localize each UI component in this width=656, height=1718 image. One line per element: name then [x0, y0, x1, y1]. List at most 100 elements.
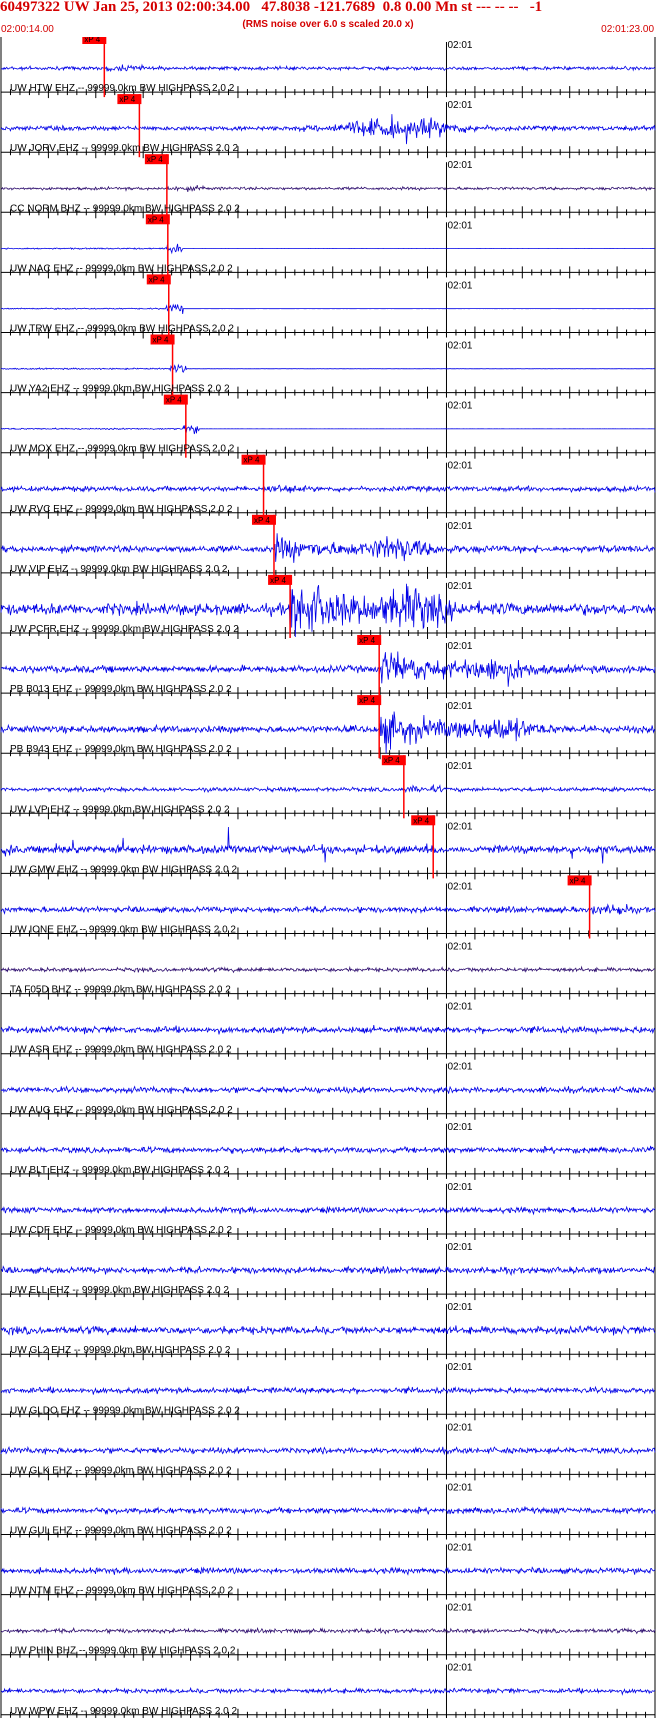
start-time-label: 02:00:14.00	[1, 24, 54, 35]
pick-label: xP 4	[270, 576, 286, 585]
station-label: UW GLK EHZ -- 99999.0km BW HIGHPASS 2.0 …	[10, 1465, 232, 1476]
minute-tick-label: 02:01	[447, 942, 472, 953]
waveform-trace	[0, 1025, 656, 1035]
pick-label: xP 4	[359, 636, 375, 645]
waveform-trace	[0, 484, 656, 494]
minute-tick-label: 02:01	[447, 100, 472, 111]
station-label: TA F05D BHZ -- 99999.0km BW HIGHPASS 2.0…	[10, 985, 231, 996]
station-label: UW NTM EHZ -- 99999.0km BW HIGHPASS 2.0 …	[10, 1586, 234, 1597]
waveform-trace	[0, 63, 656, 73]
waveform-trace	[0, 1385, 656, 1396]
waveform-trace	[0, 1686, 656, 1696]
station-label: UW BLT EHZ -- 99999.0km BW HIGHPASS 2.0 …	[10, 1165, 229, 1176]
minute-tick-label: 02:01	[447, 761, 472, 772]
station-label: UW IONE EHZ -- 99999.0km BW HIGHPASS 2.0…	[10, 925, 236, 936]
station-label: UW ASR EHZ -- 99999.0km BW HIGHPASS 2.0 …	[10, 1045, 232, 1056]
waveform-trace	[0, 1566, 656, 1576]
waveform-trace	[0, 1265, 656, 1277]
station-label: UW AUG EHZ -- 99999.0km BW HIGHPASS 2.0 …	[10, 1105, 233, 1116]
minute-tick-label: 02:01	[447, 641, 472, 652]
waveform-trace	[0, 303, 655, 315]
waveform-trace	[0, 651, 656, 687]
minute-tick-label: 02:01	[447, 881, 472, 892]
waveform-trace	[0, 783, 656, 794]
waveform-trace	[0, 1506, 656, 1515]
minute-tick-label: 02:01	[447, 280, 472, 291]
waveform-trace	[0, 425, 656, 435]
pick-label: xP 4	[148, 215, 164, 224]
waveform-trace	[0, 1627, 656, 1635]
pick-label: xP 4	[244, 456, 260, 465]
minute-tick-label: 02:01	[447, 1663, 472, 1674]
waveform-trace	[0, 1205, 656, 1216]
minute-tick-label: 02:01	[447, 1362, 472, 1373]
station-label: UW VIP EHZ -- 99999.0km BW HIGHPASS 2.0 …	[10, 564, 228, 575]
end-time-label: 02:01:23.00	[601, 24, 654, 35]
minute-tick-label: 02:01	[447, 821, 472, 832]
minute-tick-label: 02:01	[447, 1302, 472, 1313]
waveform-trace	[0, 363, 656, 374]
waveform-trace	[0, 243, 656, 255]
station-label: UW YA2 EHZ -- 99999.0km BW HIGHPASS 2.0 …	[10, 384, 230, 395]
waveform-trace	[0, 965, 656, 974]
station-label: PB B943 EHZ -- 99999.0km BW HIGHPASS 2.0…	[10, 744, 232, 755]
waveform-trace	[0, 1445, 656, 1456]
waveform-trace	[0, 903, 656, 915]
minute-tick-label: 02:01	[447, 581, 472, 592]
station-label: UW WPW EHZ -- 99999.0km BW HIGHPASS 2.0 …	[10, 1706, 238, 1717]
minute-tick-label: 02:01	[447, 1543, 472, 1554]
plot-header: 60497322 UW Jan 25, 2013 02:00:34.00 47.…	[0, 0, 656, 37]
minute-tick-label: 02:01	[447, 160, 472, 171]
station-label: UW MOX EHZ -- 99999.0km BW HIGHPASS 2.0 …	[10, 444, 235, 455]
waveform-trace	[0, 1145, 656, 1155]
station-label: UW ELL EHZ -- 99999.0km BW HIGHPASS 2.0 …	[10, 1285, 229, 1296]
pick-label: xP 4	[119, 95, 135, 104]
minute-tick-label: 02:01	[447, 40, 472, 51]
station-label: UW GMW EHZ -- 99999.0km BW HIGHPASS 2.0 …	[10, 864, 238, 875]
waveform-trace	[1, 533, 656, 563]
minute-tick-label: 02:01	[447, 461, 472, 472]
pick-label: xP 4	[254, 516, 270, 525]
minute-tick-label: 02:01	[447, 220, 472, 231]
station-label: UW JORV EHZ -- 99999.0km BW HIGHPASS 2.0…	[10, 143, 238, 154]
waveform-trace	[0, 1325, 656, 1336]
station-label: CC NORM BHZ -- 99999.0km BW HIGHPASS 2.0…	[10, 203, 240, 214]
station-label: UW GLDO EHZ -- 99999.0km BW HIGHPASS 2.0…	[10, 1405, 240, 1416]
station-label: UW NAC EHZ -- 99999.0km BW HIGHPASS 2.0 …	[10, 263, 233, 274]
pick-label: xP 4	[149, 275, 165, 284]
minute-tick-label: 02:01	[447, 1422, 472, 1433]
station-label: UW GL2 EHZ -- 99999.0km BW HIGHPASS 2.0 …	[10, 1345, 231, 1356]
waveform-trace	[0, 114, 656, 145]
rms-note: (RMS noise over 6.0 s scaled 20.0 x)	[242, 19, 414, 30]
minute-tick-label: 02:01	[447, 1122, 472, 1133]
minute-tick-label: 02:01	[447, 1242, 472, 1253]
station-label: UW PCFR EHZ -- 99999.0km BW HIGHPASS 2.0…	[10, 624, 239, 635]
pick-label: xP 4	[413, 816, 429, 825]
pick-label: xP 4	[153, 336, 169, 345]
pick-label: xP 4	[166, 396, 182, 405]
pick-label: xP 4	[359, 696, 375, 705]
station-label: UW TRW EHZ -- 99999.0km BW HIGHPASS 2.0 …	[10, 324, 234, 335]
station-label: PB B013 EHZ -- 99999.0km BW HIGHPASS 2.0…	[10, 684, 232, 695]
station-label: UW RVC EHZ -- 99999.0km BW HIGHPASS 2.0 …	[10, 504, 233, 515]
waveform-trace	[0, 1085, 656, 1095]
pick-label: xP 4	[147, 155, 163, 164]
minute-tick-label: 02:01	[447, 1062, 472, 1073]
minute-tick-label: 02:01	[447, 521, 472, 532]
station-label: UW GUL EHZ -- 99999.0km BW HIGHPASS 2.0 …	[10, 1526, 232, 1537]
minute-tick-label: 02:01	[447, 401, 472, 412]
pick-label: xP 4	[384, 756, 400, 765]
pick-label: xP 4	[84, 37, 100, 44]
minute-tick-label: 02:01	[447, 1603, 472, 1614]
station-label: UW CDF EHZ -- 99999.0km BW HIGHPASS 2.0 …	[10, 1225, 233, 1236]
minute-tick-label: 02:01	[447, 341, 472, 352]
minute-tick-label: 02:01	[447, 1182, 472, 1193]
station-label: UW HTW EHZ -- 99999.0km BW HIGHPASS 2.0 …	[10, 83, 235, 94]
seismogram-panel: 02:01xP 4UW HTW EHZ -- 99999.0km BW HIGH…	[0, 37, 656, 1718]
station-label: UW LVP EHZ -- 99999.0km BW HIGHPASS 2.0 …	[10, 804, 230, 815]
minute-tick-label: 02:01	[447, 701, 472, 712]
pick-label: xP 4	[570, 876, 586, 885]
station-label: UW PHIN BHZ -- 99999.0km BW HIGHPASS 2.0…	[10, 1646, 236, 1657]
minute-tick-label: 02:01	[447, 1482, 472, 1493]
minute-tick-label: 02:01	[447, 1002, 472, 1013]
